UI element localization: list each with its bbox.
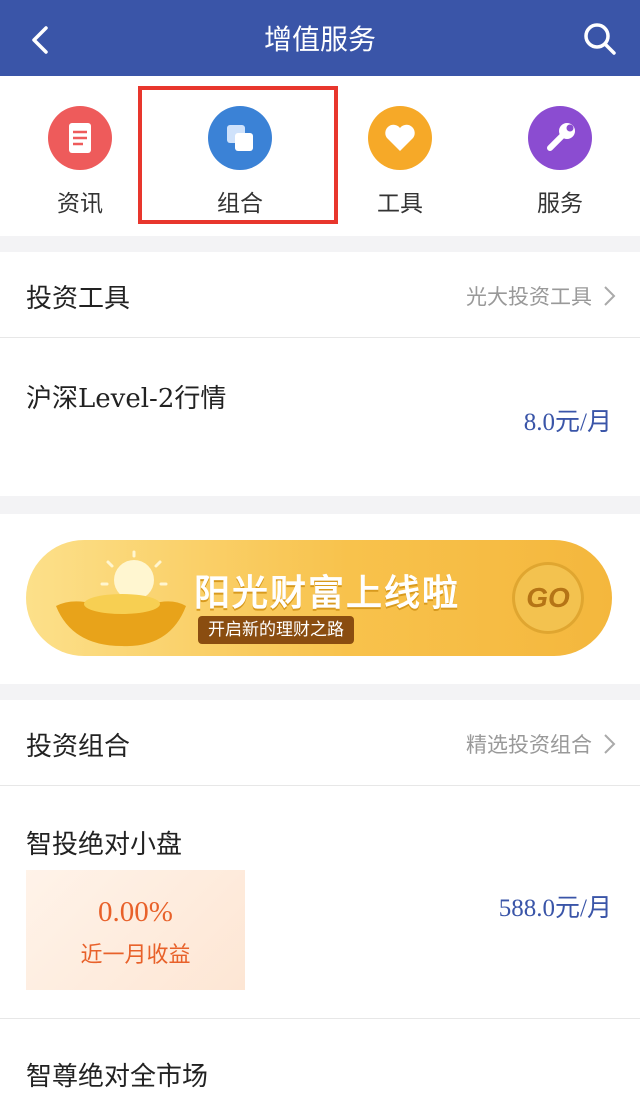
banner-subtitle: 开启新的理财之路	[198, 616, 354, 644]
portfolio-name: 智投绝对小盘	[26, 830, 183, 860]
nav-label: 工具	[377, 191, 423, 217]
portfolio-section-header[interactable]: 投资组合 精选投资组合	[0, 700, 640, 786]
search-icon[interactable]	[580, 19, 620, 59]
divider	[0, 1018, 640, 1019]
tool-name: 沪深Level-2行情	[26, 384, 227, 414]
portfolio-price: 588.0元/月	[498, 895, 612, 922]
gold-ingot-icon	[56, 550, 186, 647]
nav-label: 资讯	[57, 191, 103, 217]
go-button[interactable]: GO	[512, 562, 584, 634]
section-link[interactable]: 精选投资组合	[466, 729, 592, 759]
highlight-box	[138, 86, 338, 224]
nav-item-news[interactable]: 资讯	[20, 106, 140, 218]
nav-item-services[interactable]: 服务	[500, 106, 620, 218]
return-value: 0.00%	[98, 896, 173, 928]
heart-icon	[368, 106, 432, 170]
wrench-icon	[528, 106, 592, 170]
nav-label: 服务	[537, 191, 583, 217]
return-box: 0.00% 近一月收益	[26, 870, 245, 990]
section-title: 投资组合	[26, 732, 131, 762]
section-link[interactable]: 光大投资工具	[466, 281, 592, 311]
portfolio-name[interactable]: 智尊绝对全市场	[26, 1056, 208, 1093]
tools-section-header[interactable]: 投资工具 光大投资工具	[0, 252, 640, 338]
section-title: 投资工具	[26, 284, 131, 314]
category-nav: 资讯 组合 工具 服务	[0, 76, 640, 236]
tool-price: 8.0元/月	[523, 409, 612, 436]
top-bar: 增值服务	[0, 0, 640, 76]
nav-item-tools[interactable]: 工具	[340, 106, 460, 218]
page-title: 增值服务	[263, 23, 376, 56]
chevron-right-icon	[604, 734, 616, 754]
document-icon	[48, 106, 112, 170]
tools-section: 投资工具 光大投资工具 沪深Level-2行情 8.0元/月	[0, 252, 640, 496]
promo-banner[interactable]: 阳光财富上线啦 开启新的理财之路 GO	[26, 540, 612, 656]
banner-headline: 阳光财富上线啦	[194, 573, 461, 614]
chevron-right-icon	[604, 286, 616, 306]
return-label: 近一月收益	[80, 943, 191, 968]
